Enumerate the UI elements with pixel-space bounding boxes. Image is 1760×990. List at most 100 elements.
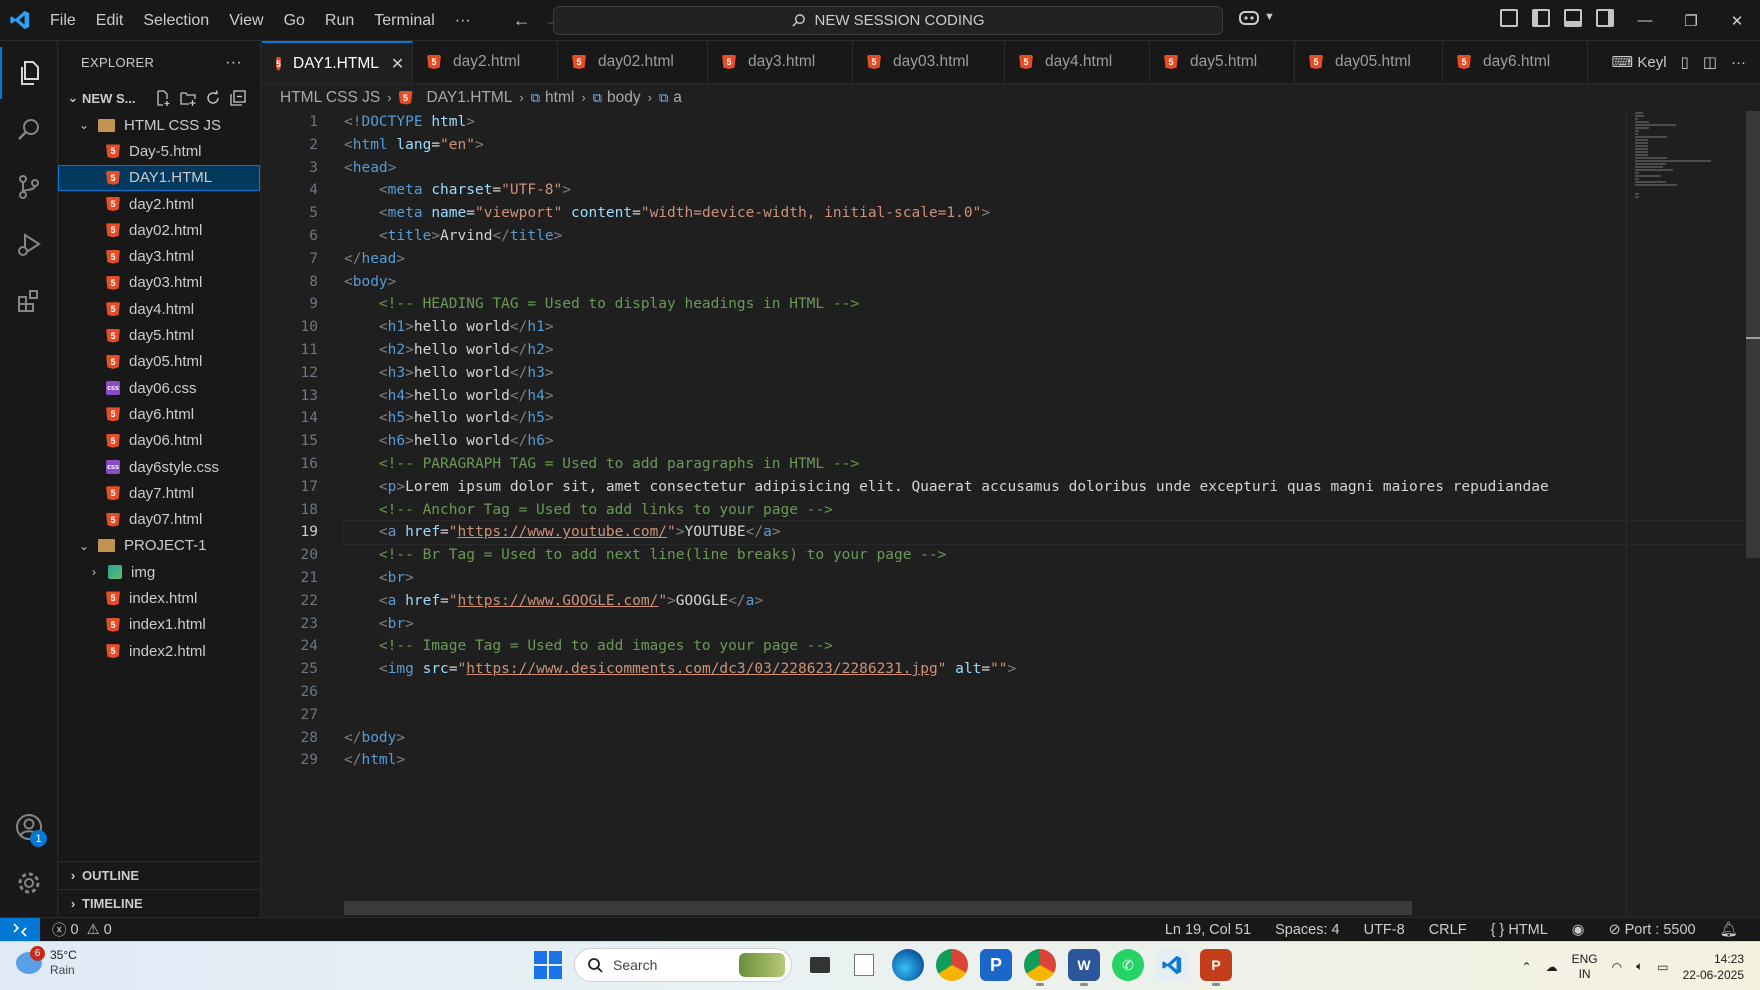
- notifications-bell-icon[interactable]: 🔔︎: [1720, 921, 1738, 938]
- vertical-scrollbar[interactable]: [1746, 111, 1760, 917]
- menu-item-5[interactable]: Run: [315, 0, 364, 41]
- tree-file[interactable]: 5 DAY1.HTML: [58, 164, 260, 191]
- new-file-icon[interactable]: [155, 90, 171, 106]
- word-icon[interactable]: W: [1068, 949, 1100, 986]
- end-of-line[interactable]: CRLF: [1429, 922, 1467, 938]
- code-line[interactable]: <p>Lorem ipsum dolor sit, amet consectet…: [344, 476, 1760, 499]
- code-line[interactable]: <body>: [344, 271, 1760, 294]
- tree-file[interactable]: 5 day7.html: [58, 480, 260, 506]
- menu-item-1[interactable]: Edit: [86, 0, 134, 41]
- tree-file[interactable]: 5 day4.html: [58, 296, 260, 322]
- explorer-icon[interactable]: [0, 47, 58, 99]
- editor-tab[interactable]: 5 day2.html: [413, 41, 558, 83]
- volume-icon[interactable]: 🔈︎: [1636, 959, 1643, 974]
- code-line[interactable]: <!DOCTYPE html>: [344, 111, 1760, 134]
- menu-item-3[interactable]: View: [219, 0, 273, 41]
- more-actions-icon[interactable]: ···: [1731, 54, 1746, 71]
- task-view-icon[interactable]: [804, 949, 836, 981]
- toggle-panel-icon[interactable]: [1564, 9, 1582, 27]
- code-line[interactable]: <h2>hello world</h2>: [344, 339, 1760, 362]
- code-line[interactable]: <h5>hello world</h5>: [344, 407, 1760, 430]
- code-line[interactable]: </body>: [344, 727, 1760, 750]
- toggle-primary-sidebar-icon[interactable]: [1532, 9, 1550, 27]
- close-window-icon[interactable]: ✕: [1714, 0, 1760, 41]
- workspace-root[interactable]: ⌄ NEW S...: [58, 84, 260, 112]
- problems-indicator[interactable]: ⓧ 0 ⚠ 0: [52, 919, 112, 940]
- weather-widget[interactable]: 6 35°C Rain: [16, 946, 77, 978]
- tree-folder[interactable]: ⌄ PROJECT-1: [58, 533, 260, 559]
- tree-file[interactable]: 5 day03.html: [58, 270, 260, 296]
- refresh-icon[interactable]: [205, 90, 221, 106]
- menu-item-6[interactable]: Terminal: [364, 0, 444, 41]
- editor-tab[interactable]: 5 day02.html: [558, 41, 708, 83]
- extensions-icon[interactable]: [0, 275, 58, 327]
- tree-file[interactable]: 5 day07.html: [58, 506, 260, 532]
- chrome-running-icon[interactable]: [1024, 949, 1056, 986]
- code-lines[interactable]: <!DOCTYPE html> <html lang="en"> <head> <m…: [343, 111, 1760, 772]
- code-line[interactable]: <html lang="en">: [344, 134, 1760, 157]
- accounts-icon[interactable]: 1: [0, 801, 58, 853]
- code-line[interactable]: <!-- Image Tag = Used to add images to y…: [344, 635, 1760, 658]
- new-folder-icon[interactable]: [180, 90, 196, 106]
- vertical-scrollbar-thumb[interactable]: [1746, 111, 1760, 558]
- tree-file[interactable]: css day06.css: [58, 375, 260, 401]
- edge-browser-icon[interactable]: [892, 949, 924, 981]
- code-line[interactable]: <!-- Anchor Tag = Used to add links to y…: [344, 499, 1760, 522]
- powerpoint-icon[interactable]: P: [1200, 949, 1232, 986]
- menu-item-0[interactable]: File: [40, 0, 86, 41]
- tree-file[interactable]: 5 day3.html: [58, 243, 260, 269]
- customize-layout-icon[interactable]: [1500, 9, 1518, 27]
- start-windows-icon[interactable]: [534, 951, 562, 979]
- copilot-status-icon[interactable]: ◉: [1572, 922, 1585, 938]
- vscode-taskbar-icon[interactable]: [1156, 949, 1188, 981]
- tree-file[interactable]: 5 day6.html: [58, 401, 260, 427]
- code-editor[interactable]: 1 2 3 4 5 6 7 8 9 10 11 12 13 14 15 16 17 18 19 20 21 22 23 24 2…: [262, 111, 1760, 917]
- source-control-icon[interactable]: [0, 161, 58, 213]
- collapse-all-icon[interactable]: [230, 90, 246, 106]
- toggle-secondary-sidebar-icon[interactable]: [1596, 9, 1614, 27]
- code-line[interactable]: <h4>hello world</h4>: [344, 385, 1760, 408]
- code-line[interactable]: <h1>hello world</h1>: [344, 316, 1760, 339]
- code-line[interactable]: <h6>hello world</h6>: [344, 430, 1760, 453]
- language-mode[interactable]: { } HTML: [1491, 922, 1548, 938]
- code-line[interactable]: <!-- Br Tag = Used to add next line(line…: [344, 544, 1760, 567]
- tree-file[interactable]: 5 day05.html: [58, 349, 260, 375]
- code-line[interactable]: <!-- HEADING TAG = Used to display headi…: [344, 293, 1760, 316]
- tree-file[interactable]: 5 index.html: [58, 585, 260, 611]
- tree-file[interactable]: 5 day5.html: [58, 322, 260, 348]
- menu-item-4[interactable]: Go: [274, 0, 315, 41]
- battery-icon[interactable]: ▭: [1657, 960, 1668, 974]
- live-server-port[interactable]: ⊘ Port : 5500: [1608, 922, 1695, 938]
- tree-file[interactable]: 5 day2.html: [58, 191, 260, 217]
- language-indicator[interactable]: ENG IN: [1572, 952, 1598, 982]
- breadcrumb-item[interactable]: 5 DAY1.HTML: [398, 89, 512, 107]
- indentation[interactable]: Spaces: 4: [1275, 922, 1340, 938]
- timeline-section[interactable]: › TIMELINE: [58, 889, 261, 917]
- keyboard-shortcuts-tab[interactable]: ⌨ Keyl: [1612, 53, 1667, 71]
- code-line[interactable]: <img src="https://www.desicomments.com/d…: [344, 658, 1760, 681]
- wifi-icon[interactable]: ◠: [1612, 960, 1622, 974]
- taskbar-search[interactable]: Search: [574, 948, 792, 982]
- tree-file[interactable]: 5 index1.html: [58, 612, 260, 638]
- code-line[interactable]: <br>: [344, 613, 1760, 636]
- breadcrumb-item[interactable]: ⧉ body: [593, 89, 641, 107]
- code-line[interactable]: <head>: [344, 157, 1760, 180]
- copilot-button[interactable]: ▼: [1238, 8, 1275, 26]
- outline-section[interactable]: › OUTLINE: [58, 861, 261, 889]
- chrome-icon[interactable]: [936, 949, 968, 981]
- code-line[interactable]: <br>: [344, 567, 1760, 590]
- tree-file[interactable]: 5 day02.html: [58, 217, 260, 243]
- manage-gear-icon[interactable]: [0, 857, 58, 909]
- search-view-icon[interactable]: [0, 104, 58, 156]
- editor-tab[interactable]: 5 day05.html: [1295, 41, 1443, 83]
- split-editor-icon[interactable]: ◫: [1703, 53, 1717, 71]
- code-line[interactable]: <a href="https://www.GOOGLE.com/">GOOGLE…: [344, 590, 1760, 613]
- restore-icon[interactable]: ❐: [1668, 0, 1714, 41]
- minimize-icon[interactable]: —: [1622, 0, 1668, 41]
- more-actions-icon[interactable]: ···: [225, 54, 242, 72]
- breadcrumb-item[interactable]: ⧉ a: [659, 89, 682, 107]
- breadcrumb-item[interactable]: HTML CSS JS: [280, 89, 380, 107]
- back-arrow-icon[interactable]: ←: [509, 7, 535, 33]
- code-line[interactable]: <meta name="viewport" content="width=dev…: [344, 202, 1760, 225]
- file-explorer-icon[interactable]: [848, 949, 880, 981]
